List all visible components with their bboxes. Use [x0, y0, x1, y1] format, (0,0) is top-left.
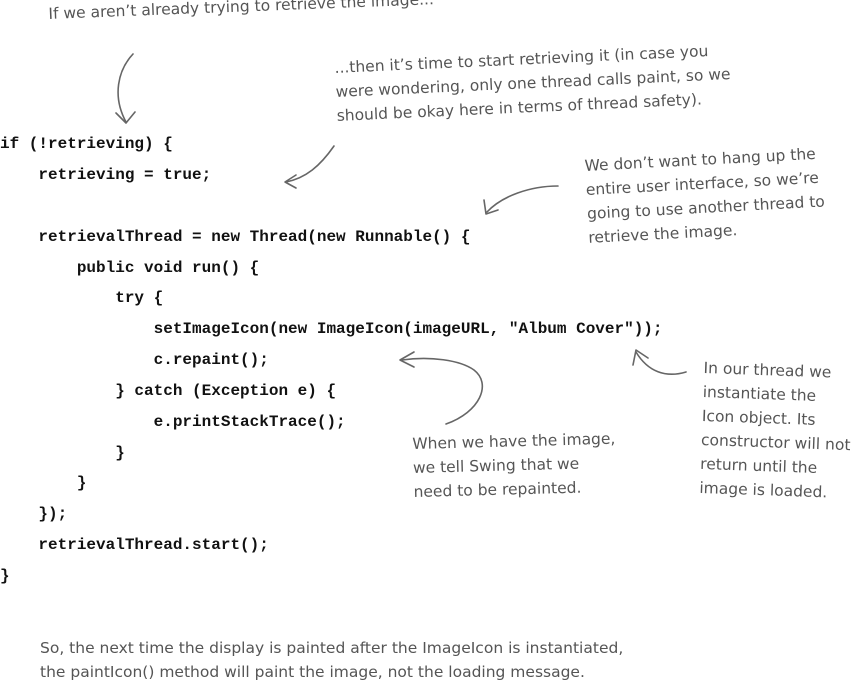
annotation-line: If we aren’t already trying to retrieve …	[48, 0, 435, 23]
code-line: retrieving = true;	[0, 166, 212, 184]
arrow-to-if-statement-icon	[115, 53, 136, 124]
annotation-line: need to be repainted.	[413, 478, 582, 501]
annotation-instantiate-icon: In our thread we instantiate the Icon ob…	[699, 356, 853, 505]
annotation-start-retrieving: ...then it’s time to start retrieving it…	[334, 38, 732, 128]
annotation-summary: So, the next time the display is painted…	[40, 636, 623, 684]
code-line: }	[0, 474, 87, 492]
arrow-to-new-thread-icon	[483, 185, 559, 215]
annotation-another-thread: We don’t want to hang up the entire user…	[584, 142, 827, 250]
arrow-to-repaint-call-icon	[399, 351, 484, 425]
annotation-line: image is loaded.	[699, 478, 828, 502]
annotation-repaint: When we have the image, we tell Swing th…	[412, 427, 617, 504]
arrow-to-image-icon-constructor-icon	[632, 349, 687, 376]
code-line: }	[0, 444, 125, 462]
code-line: setImageIcon(new ImageIcon(imageURL, "Al…	[0, 320, 663, 338]
annotation-check-retrieving: If we aren’t already trying to retrieve …	[48, 0, 434, 26]
code-line: try {	[0, 289, 164, 307]
annotation-line: the paintIcon() method will paint the im…	[40, 663, 585, 681]
annotation-line: So, the next time the display is painted…	[40, 639, 624, 657]
code-line: e.printStackTrace();	[0, 413, 346, 431]
code-line: }	[0, 567, 10, 585]
code-line: if (!retrieving) {	[0, 135, 173, 153]
code-line: });	[0, 505, 68, 523]
code-line: c.repaint();	[0, 351, 269, 369]
code-line: } catch (Exception e) {	[0, 382, 337, 400]
code-line: public void run() {	[0, 259, 260, 277]
code-line: retrievalThread = new Thread(new Runnabl…	[0, 228, 471, 246]
code-line: retrievalThread.start();	[0, 536, 269, 554]
arrow-to-retrieving-assignment-icon	[284, 145, 335, 189]
